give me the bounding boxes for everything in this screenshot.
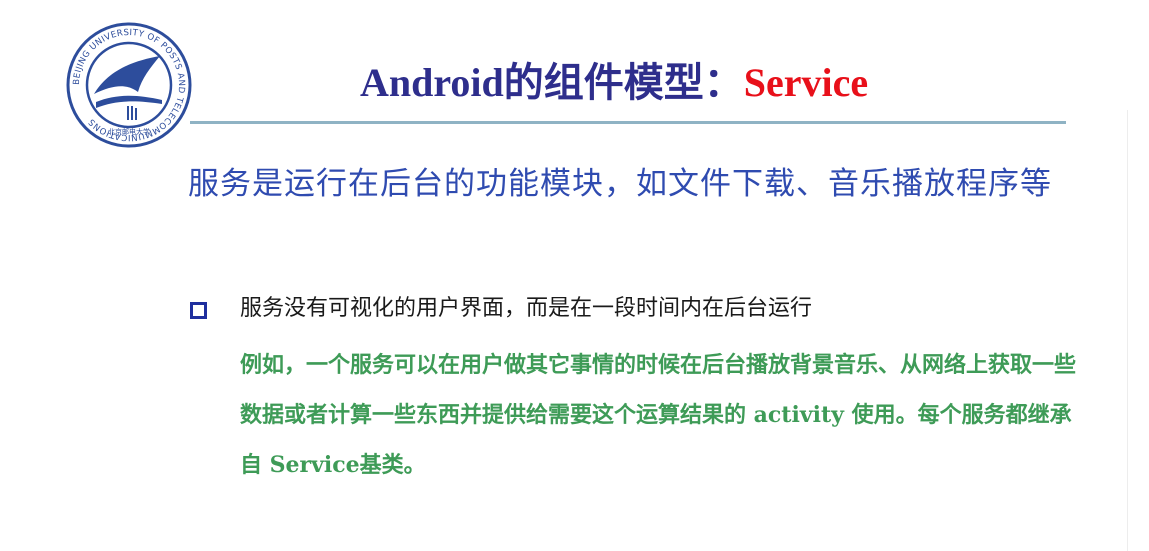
university-seal-icon: BEIJING UNIVERSITY OF POSTS AND TELECOMM… bbox=[66, 22, 192, 148]
slide-title: Android的组件模型：Service bbox=[360, 58, 868, 108]
title-main: Android的组件模型： bbox=[360, 60, 744, 105]
svg-text:北京邮电大学: 北京邮电大学 bbox=[108, 127, 150, 136]
slide: BEIJING UNIVERSITY OF POSTS AND TELECOMM… bbox=[0, 0, 1149, 551]
square-bullet-icon bbox=[190, 302, 207, 319]
title-divider bbox=[190, 121, 1066, 124]
bullet-text: 服务没有可视化的用户界面，而是在一段时间内在后台运行 bbox=[240, 296, 813, 321]
intro-text: 服务是运行在后台的功能模块，如文件下载、音乐播放程序等 bbox=[188, 166, 1052, 202]
page-edge-divider bbox=[1127, 110, 1128, 551]
example-text: 例如，一个服务可以在用户做其它事情的时候在后台播放背景音乐、从网络上获取一些数据… bbox=[240, 352, 1077, 478]
title-accent: Service bbox=[743, 60, 869, 105]
